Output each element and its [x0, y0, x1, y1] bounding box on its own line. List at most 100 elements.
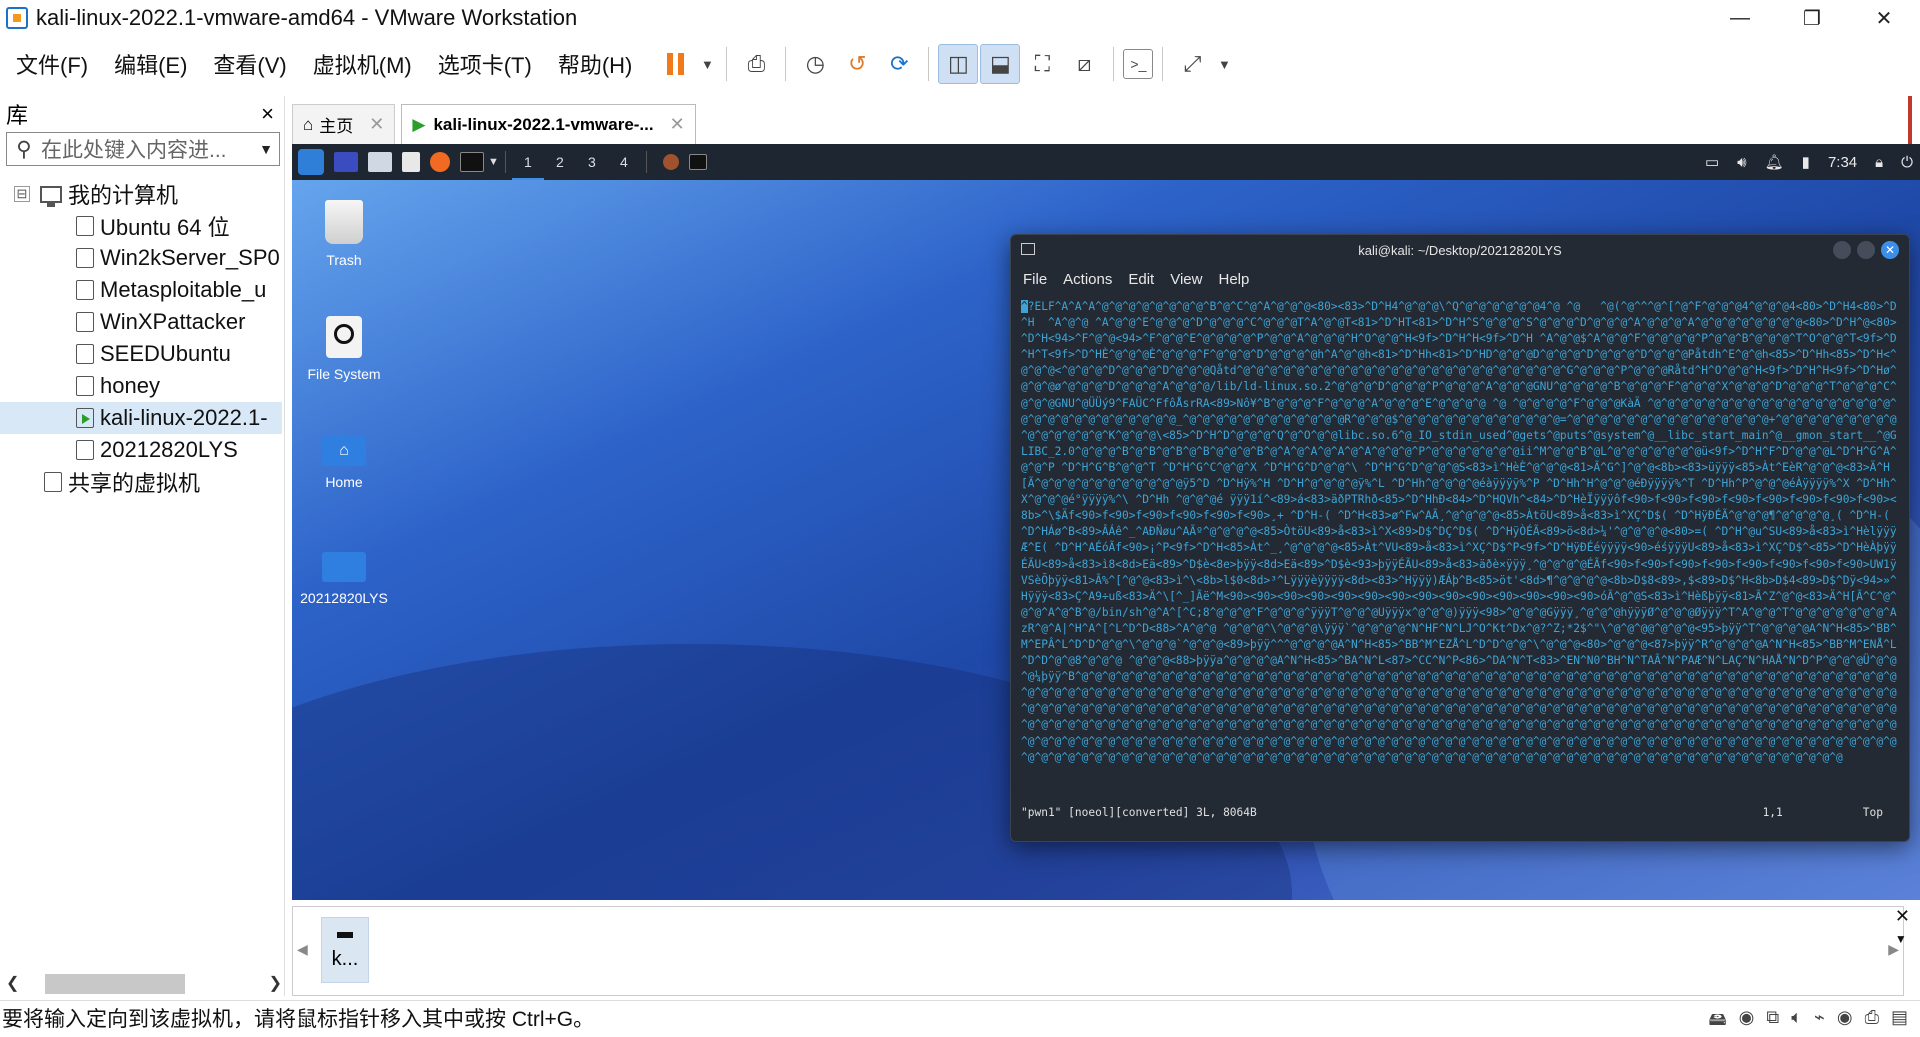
terminal-menu-help[interactable]: Help [1218, 271, 1249, 288]
terminal-icon[interactable] [460, 152, 484, 172]
close-button[interactable]: ✕ [1848, 0, 1920, 36]
menu-view[interactable]: 查看(V) [203, 48, 296, 80]
terminal-titlebar[interactable]: kali@kali: ~/Desktop/20212820LYS ✕ [1011, 235, 1909, 265]
thumbnail-scroll-left-icon[interactable]: ◀ [297, 941, 308, 958]
maximize-button[interactable] [1857, 241, 1875, 259]
vm-thumbnail[interactable]: k... [321, 917, 369, 983]
menu-tabs[interactable]: 选项卡(T) [428, 48, 542, 80]
tab-kali[interactable]: ▶ kali-linux-2022.1-vmware-... ✕ [401, 104, 696, 144]
library-search[interactable]: ⚲ 在此处键入内容进... ▼ [6, 132, 280, 166]
pause-dropdown-icon[interactable]: ▼ [697, 44, 717, 84]
tree-vm-item[interactable]: WinXPattacker [0, 306, 282, 338]
collapse-toggle[interactable]: ⊟ [14, 186, 30, 202]
usb-icon[interactable]: ⌁ [1814, 1007, 1825, 1037]
unity-icon[interactable]: ⧄ [1064, 44, 1104, 84]
tree-vm-label: 20212820LYS [100, 437, 238, 462]
tab-close-button[interactable]: ✕ [670, 114, 685, 135]
maximize-button[interactable]: ❐ [1776, 0, 1848, 36]
tab-close-button[interactable]: ✕ [369, 114, 384, 135]
desktop-icon-trash[interactable]: Trash [292, 200, 399, 268]
menu-file[interactable]: 文件(F) [6, 48, 98, 80]
desktop-icon-folder[interactable]: 20212820LYS [292, 552, 399, 606]
terminal-window[interactable]: kali@kali: ~/Desktop/20212820LYS ✕ File … [1010, 234, 1910, 842]
minimize-button[interactable]: — [1704, 0, 1776, 36]
tree-root-my-computer[interactable]: ⊟ 我的计算机 [0, 178, 282, 210]
stretch-dropdown-icon[interactable]: ▼ [1214, 44, 1234, 84]
show-thumbnail-bar-icon[interactable]: ⬓ [980, 44, 1021, 84]
pause-icon[interactable] [655, 44, 695, 84]
battery-icon[interactable]: ▮ [1802, 153, 1810, 171]
notifications-icon[interactable]: 🔔︎ [1765, 153, 1784, 171]
vm-icon [76, 248, 94, 268]
close-button[interactable]: ✕ [1881, 241, 1899, 259]
show-desktop-icon[interactable] [334, 152, 358, 172]
minimize-button[interactable] [1833, 241, 1851, 259]
network-icon[interactable]: ⧉ [1766, 1007, 1779, 1037]
tree-vm-item[interactable]: honey [0, 370, 282, 402]
vmware-app-icon [6, 7, 28, 29]
tree-vm-item-selected[interactable]: kali-linux-2022.1- [0, 402, 282, 434]
clock[interactable]: 7:34 [1828, 154, 1857, 171]
lock-icon[interactable]: 🔒︎ [1875, 154, 1883, 171]
workspace-1[interactable]: 1 [511, 144, 544, 180]
scroll-right-icon[interactable]: ❯ [269, 973, 282, 993]
scroll-thumb[interactable] [45, 974, 186, 994]
menu-vm[interactable]: 虚拟机(M) [303, 48, 422, 80]
vm-display[interactable]: ▼ 1 2 3 4 ▭ 🔊︎ 🔔︎ ▮ 7:34 🔒︎ ⏻ Trash File… [292, 144, 1920, 900]
message-log-icon[interactable]: ▤ [1891, 1007, 1908, 1037]
terminal-output[interactable]: ^?ELF^A^A^A^@^@^@^@^@^@^@^@^B^@^C^@^A^@^… [1011, 293, 1909, 813]
revert-snapshot-icon[interactable]: ↺ [837, 44, 877, 84]
tree-vm-item[interactable]: Win2kServer_SP0 [0, 242, 282, 274]
volume-icon[interactable]: 🔊︎ [1737, 154, 1746, 171]
show-library-icon[interactable]: ◫ [938, 44, 979, 84]
terminal-window-icon[interactable] [688, 154, 707, 170]
snapshot-manager-icon[interactable]: ⟳ [879, 44, 919, 84]
tab-strip: ⌂ 主页 ✕ ▶ kali-linux-2022.1-vmware-... ✕ [292, 104, 1904, 144]
file-manager-icon[interactable] [368, 152, 392, 172]
display-icon[interactable]: ▭ [1705, 153, 1719, 171]
library-search-input[interactable]: 在此处键入内容进... [41, 134, 227, 164]
library-hscrollbar[interactable]: ❮ ❯ [6, 970, 282, 996]
hard-disk-icon[interactable]: 🖴︎ [1708, 1007, 1726, 1037]
terminal-menu-view[interactable]: View [1170, 271, 1202, 288]
chevron-down-icon[interactable]: ▼ [259, 141, 273, 157]
snapshot-icon[interactable]: ◷ [795, 44, 835, 84]
terminal-menu-actions[interactable]: Actions [1063, 271, 1112, 288]
terminal-menu-edit[interactable]: Edit [1128, 271, 1154, 288]
send-ctrl-alt-del-icon[interactable]: ⎙ [736, 44, 776, 84]
stretch-icon[interactable]: ⤢ [1172, 44, 1212, 84]
tree-root-label: 我的计算机 [68, 183, 179, 208]
binary-dump-text: ?ELF^A^A^A^@^@^@^@^@^@^@^@^B^@^C^@^A^@^@… [1021, 300, 1897, 764]
desktop-icon-filesystem[interactable]: File System [292, 316, 399, 382]
firefox-icon[interactable] [430, 152, 450, 172]
tree-vm-item[interactable]: Metasploitable_u [0, 274, 282, 306]
tree-vm-item[interactable]: Ubuntu 64 位 [0, 210, 282, 242]
printer-icon[interactable]: ⎙ [1865, 1007, 1879, 1037]
workspace-2[interactable]: 2 [544, 144, 576, 180]
thumbnail-label: k... [331, 948, 359, 970]
workspace-4[interactable]: 4 [608, 144, 640, 180]
cd-dvd-2-icon[interactable]: ◉ [1837, 1007, 1853, 1037]
desktop-icon-home[interactable]: ⌂ Home [292, 436, 399, 490]
terminal-menu-file[interactable]: File [1023, 271, 1047, 288]
menu-help[interactable]: 帮助(H) [548, 48, 643, 80]
tree-vm-item[interactable]: SEEDUbuntu [0, 338, 282, 370]
chevron-down-icon[interactable]: ▼ [488, 156, 499, 168]
power-icon[interactable]: ⏻ [1901, 154, 1913, 171]
library-close-button[interactable]: × [261, 101, 274, 127]
firefox-window-icon[interactable] [662, 154, 679, 170]
sound-icon[interactable]: 🔈︎ [1791, 1007, 1802, 1037]
tab-home[interactable]: ⌂ 主页 ✕ [292, 104, 396, 144]
full-screen-icon[interactable]: ⛶ [1022, 44, 1062, 84]
kali-menu-icon[interactable] [298, 149, 324, 175]
menu-edit[interactable]: 编辑(E) [104, 48, 197, 80]
tree-vm-label: Ubuntu 64 位 [100, 215, 230, 240]
drive-icon [326, 316, 362, 358]
tree-vm-item[interactable]: 20212820LYS [0, 434, 282, 466]
workspace-3[interactable]: 3 [576, 144, 608, 180]
text-editor-icon[interactable] [402, 152, 420, 172]
console-view-icon[interactable]: >_ [1123, 49, 1154, 79]
scroll-left-icon[interactable]: ❮ [6, 973, 19, 993]
tree-shared-vms[interactable]: 共享的虚拟机 [0, 466, 282, 498]
cd-dvd-icon[interactable]: ◉ [1739, 1007, 1755, 1037]
